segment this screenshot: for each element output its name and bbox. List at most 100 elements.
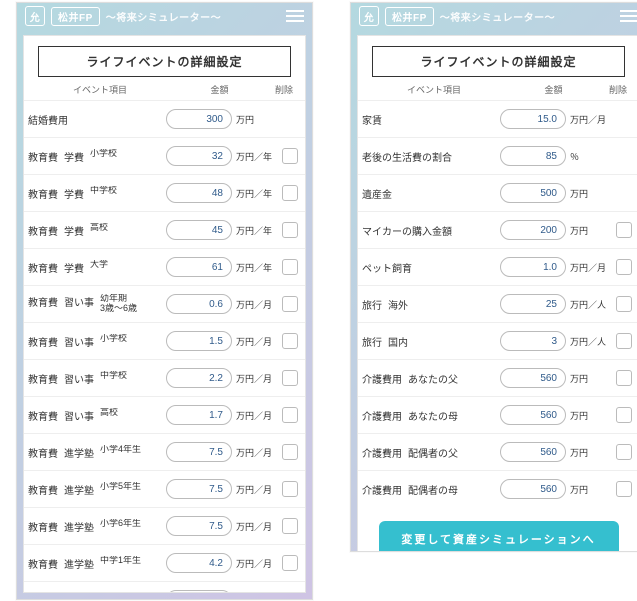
amount-input[interactable] (166, 294, 232, 314)
submit-button[interactable]: 変更して資産シミュレーションへ (379, 521, 619, 552)
delete-checkbox[interactable] (616, 481, 632, 497)
amount-input[interactable] (500, 257, 566, 277)
row-amount: 万円／月 (166, 442, 275, 462)
row-amount: 万円／月 (500, 257, 609, 277)
row-name: 教育費習い事高校 (28, 408, 162, 423)
amount-input[interactable] (166, 220, 232, 240)
amount-input[interactable] (166, 442, 232, 462)
row-name-c: 小学校 (90, 149, 117, 164)
delete-checkbox[interactable] (282, 555, 298, 571)
row-name-a: 遺産金 (362, 186, 392, 201)
amount-unit: 万円 (570, 372, 588, 385)
topbar: 允 松井FP 〜将来シミュレーター〜 (351, 3, 637, 29)
amount-input[interactable] (166, 109, 232, 129)
delete-checkbox[interactable] (282, 444, 298, 460)
row-name-a: 教育費 (28, 260, 58, 275)
delete-checkbox[interactable] (282, 259, 298, 275)
row-amount: 万円 (500, 442, 609, 462)
brand-label: 松井FP (51, 7, 100, 26)
row-amount: 万円／月 (166, 294, 275, 314)
row-name-a: ペット飼育 (362, 260, 412, 275)
delete-checkbox[interactable] (282, 481, 298, 497)
delete-checkbox[interactable] (282, 185, 298, 201)
card: ライフイベントの詳細設定 イベント項目 金額 削除 家賃万円／月老後の生活費の割… (357, 35, 637, 552)
amount-input[interactable] (500, 331, 566, 351)
menu-icon[interactable] (286, 10, 304, 22)
page-title: ライフイベントの詳細設定 (38, 46, 291, 77)
amount-input[interactable] (166, 183, 232, 203)
amount-input[interactable] (500, 405, 566, 425)
delete-checkbox[interactable] (616, 222, 632, 238)
row-amount: 万円／月 (166, 553, 275, 573)
amount-input[interactable] (166, 405, 232, 425)
row-name-b: 進学塾 (64, 519, 94, 534)
row-name-b: 進学塾 (64, 445, 94, 460)
row-name-b: 配偶者の母 (408, 482, 458, 497)
amount-input[interactable] (500, 109, 566, 129)
col-item: イベント項目 (364, 83, 504, 96)
delete-checkbox[interactable] (616, 370, 632, 386)
amount-input[interactable] (166, 516, 232, 536)
col-amount: 金額 (504, 83, 603, 96)
row-name-a: 教育費 (28, 149, 58, 164)
delete-checkbox[interactable] (616, 407, 632, 423)
row-delete (279, 222, 301, 238)
delete-checkbox[interactable] (616, 296, 632, 312)
amount-unit: 万円／月 (236, 372, 272, 385)
row-amount: 万円／月 (166, 590, 275, 592)
row-name: 介護費用配偶者の父 (362, 445, 496, 460)
amount-input[interactable] (166, 553, 232, 573)
amount-input[interactable] (500, 479, 566, 499)
delete-checkbox[interactable] (282, 370, 298, 386)
table-row: 結婚費用 万円 (24, 100, 305, 137)
row-amount: 万円／月 (166, 516, 275, 536)
row-amount: 万円／月 (166, 331, 275, 351)
rows-left[interactable]: 結婚費用万円教育費学費小学校万円／年教育費学費中学校万円／年教育費学費高校万円／… (24, 100, 305, 592)
delete-checkbox[interactable] (282, 518, 298, 534)
row-name: 教育費進学塾小学6年生 (28, 519, 162, 534)
delete-checkbox[interactable] (616, 259, 632, 275)
amount-input[interactable] (166, 331, 232, 351)
amount-input[interactable] (166, 479, 232, 499)
row-name-c: 幼年期3歳〜6歳 (100, 294, 137, 314)
delete-checkbox[interactable] (282, 333, 298, 349)
amount-input[interactable] (500, 146, 566, 166)
delete-checkbox[interactable] (282, 296, 298, 312)
amount-unit: 万円 (236, 113, 254, 126)
table-row: 介護費用配偶者の母万円 (358, 470, 637, 507)
amount-input[interactable] (500, 294, 566, 314)
row-delete (613, 370, 635, 386)
row-name: 教育費習い事小学校 (28, 334, 162, 349)
amount-input[interactable] (500, 183, 566, 203)
amount-input[interactable] (166, 257, 232, 277)
amount-unit: 万円／月 (236, 409, 272, 422)
row-name-c: 小学4年生 (100, 445, 141, 460)
amount-input[interactable] (166, 368, 232, 388)
row-amount: 万円／年 (166, 183, 275, 203)
amount-input[interactable] (500, 220, 566, 240)
amount-unit: 万円／年 (236, 224, 272, 237)
row-name-a: 介護費用 (362, 482, 402, 497)
delete-checkbox[interactable] (616, 333, 632, 349)
amount-input[interactable] (500, 442, 566, 462)
table-row: 教育費学費中学校万円／年 (24, 174, 305, 211)
row-delete (613, 481, 635, 497)
amount-input[interactable] (166, 590, 232, 592)
delete-checkbox[interactable] (616, 444, 632, 460)
brand-tagline: 〜将来シミュレーター〜 (106, 9, 221, 24)
delete-checkbox[interactable] (282, 407, 298, 423)
delete-checkbox[interactable] (282, 148, 298, 164)
row-delete (279, 185, 301, 201)
delete-checkbox[interactable] (282, 222, 298, 238)
topbar: 允 松井FP 〜将来シミュレーター〜 (17, 3, 312, 29)
row-name: 旅行国内 (362, 334, 496, 349)
amount-input[interactable] (500, 368, 566, 388)
amount-unit: 万円／年 (236, 187, 272, 200)
amount-input[interactable] (166, 146, 232, 166)
row-name-b: 学費 (64, 149, 84, 164)
row-name: 教育費学費高校 (28, 223, 162, 238)
row-name: 結婚費用 (28, 112, 162, 127)
menu-icon[interactable] (620, 10, 637, 22)
amount-unit: 万円 (570, 224, 588, 237)
row-amount: 万円／人 (500, 294, 609, 314)
